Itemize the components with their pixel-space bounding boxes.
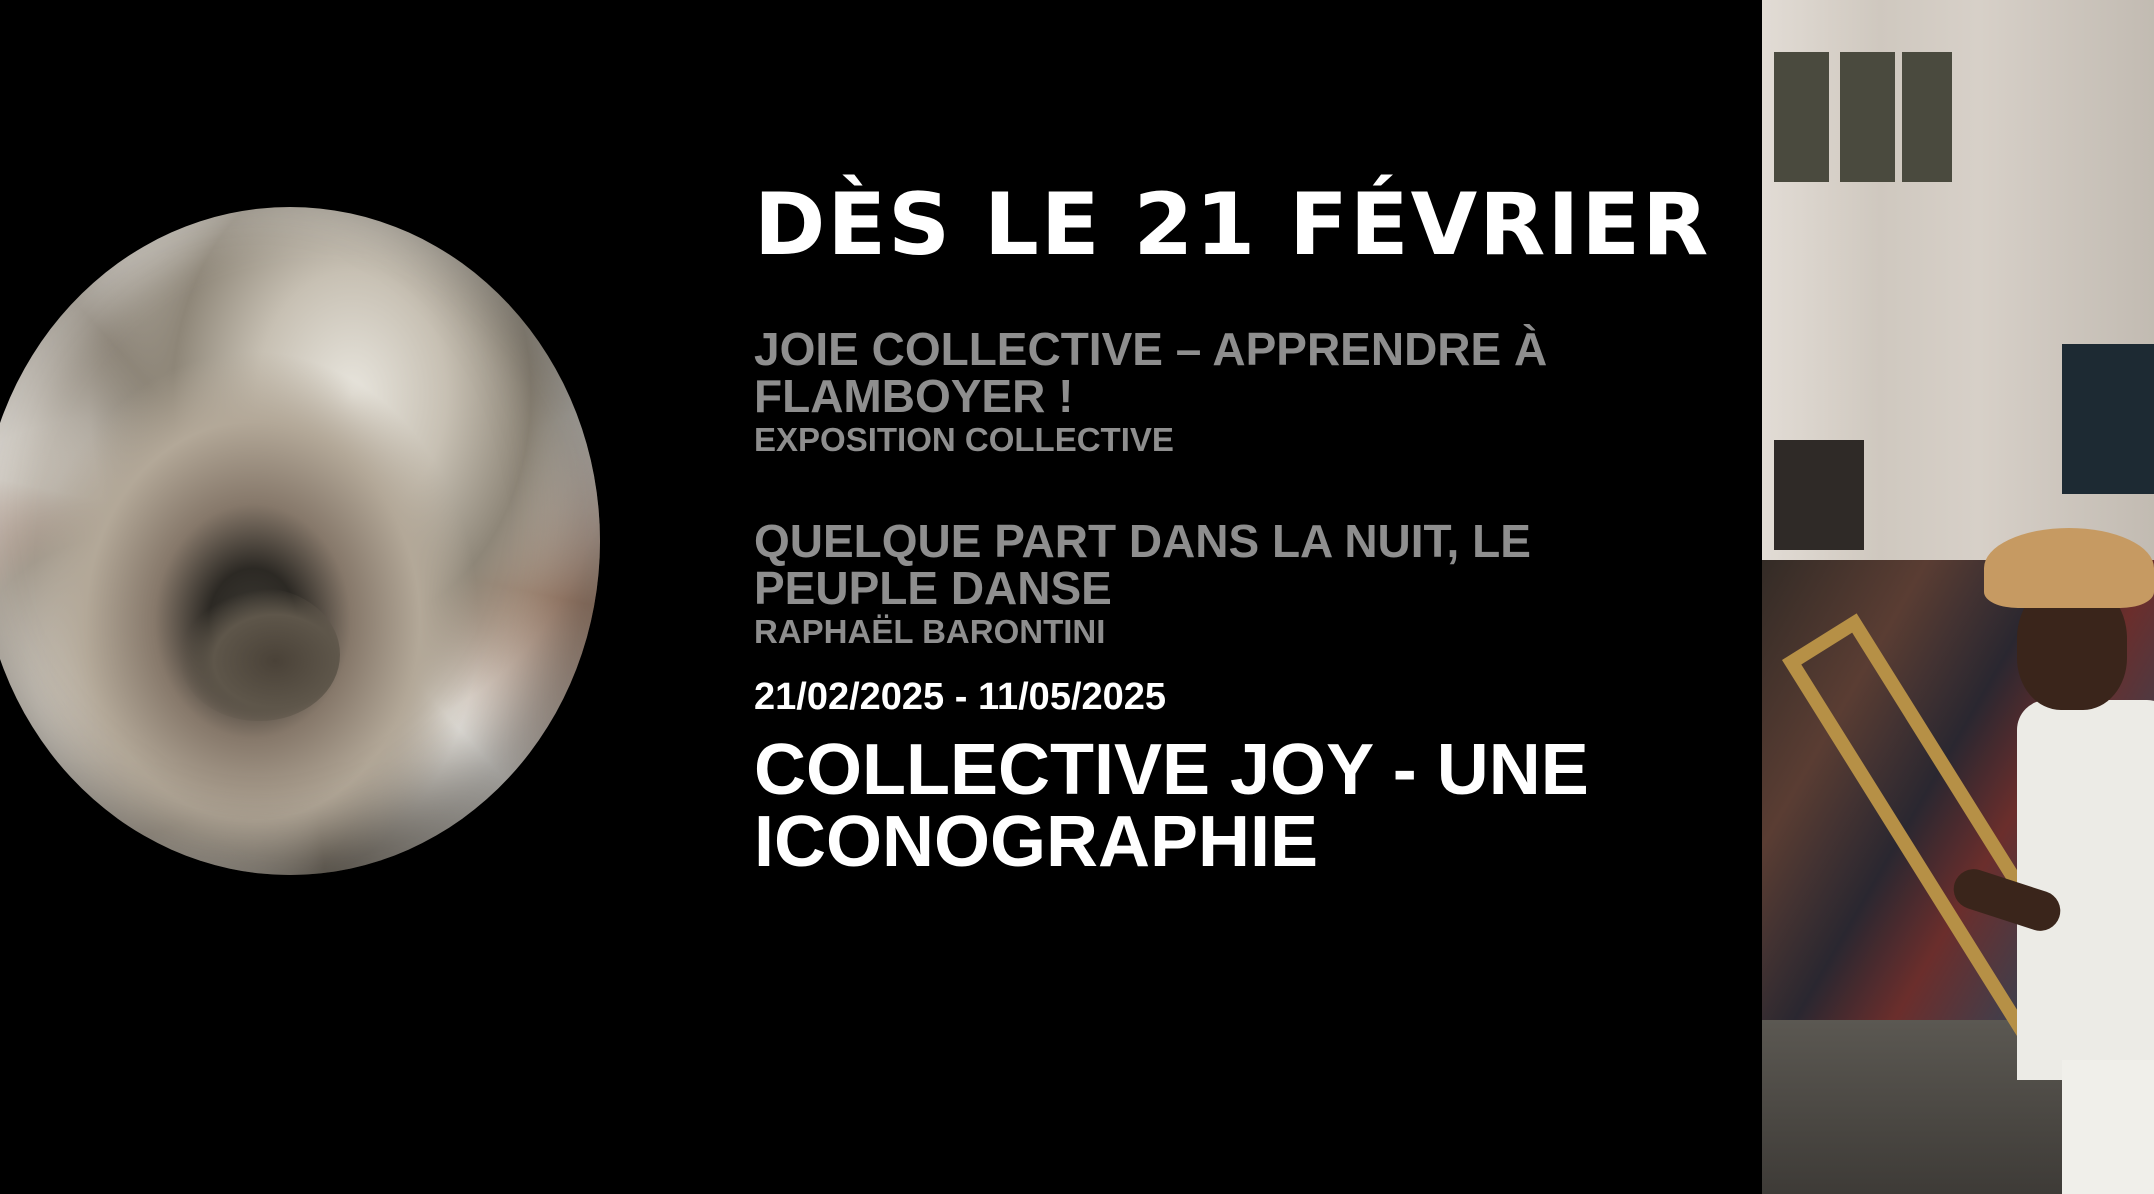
event-subtitle: RAPHAËL BARONTINI <box>754 613 1106 650</box>
man-shorts <box>2062 1060 2154 1194</box>
window <box>1902 52 1952 182</box>
headline: DÈS LE 21 FÉVRIER <box>754 175 1711 275</box>
feature-title[interactable]: COLLECTIVE JOY - UNE ICONOGRAPHIE <box>754 734 1714 878</box>
date-range: 21/02/2025 - 11/05/2025 <box>754 676 1167 718</box>
parade-photo <box>1762 0 2154 1194</box>
event-quelque-part[interactable]: QUELQUE PART DANS LA NUIT, LE PEUPLE DAN… <box>754 518 1674 652</box>
chrome-sphere-artwork <box>0 207 600 875</box>
store-sign <box>2062 344 2154 494</box>
event-title: JOIE COLLECTIVE – APPRENDRE À FLAMBOYER … <box>754 323 1548 422</box>
event-subtitle: EXPOSITION COLLECTIVE <box>754 421 1174 458</box>
straw-hat <box>1984 528 2154 608</box>
window <box>1774 52 1829 182</box>
window <box>1840 52 1895 182</box>
doorway <box>1774 440 1864 550</box>
event-title: QUELQUE PART DANS LA NUIT, LE PEUPLE DAN… <box>754 515 1531 614</box>
event-joie-collective[interactable]: JOIE COLLECTIVE – APPRENDRE À FLAMBOYER … <box>754 326 1674 460</box>
